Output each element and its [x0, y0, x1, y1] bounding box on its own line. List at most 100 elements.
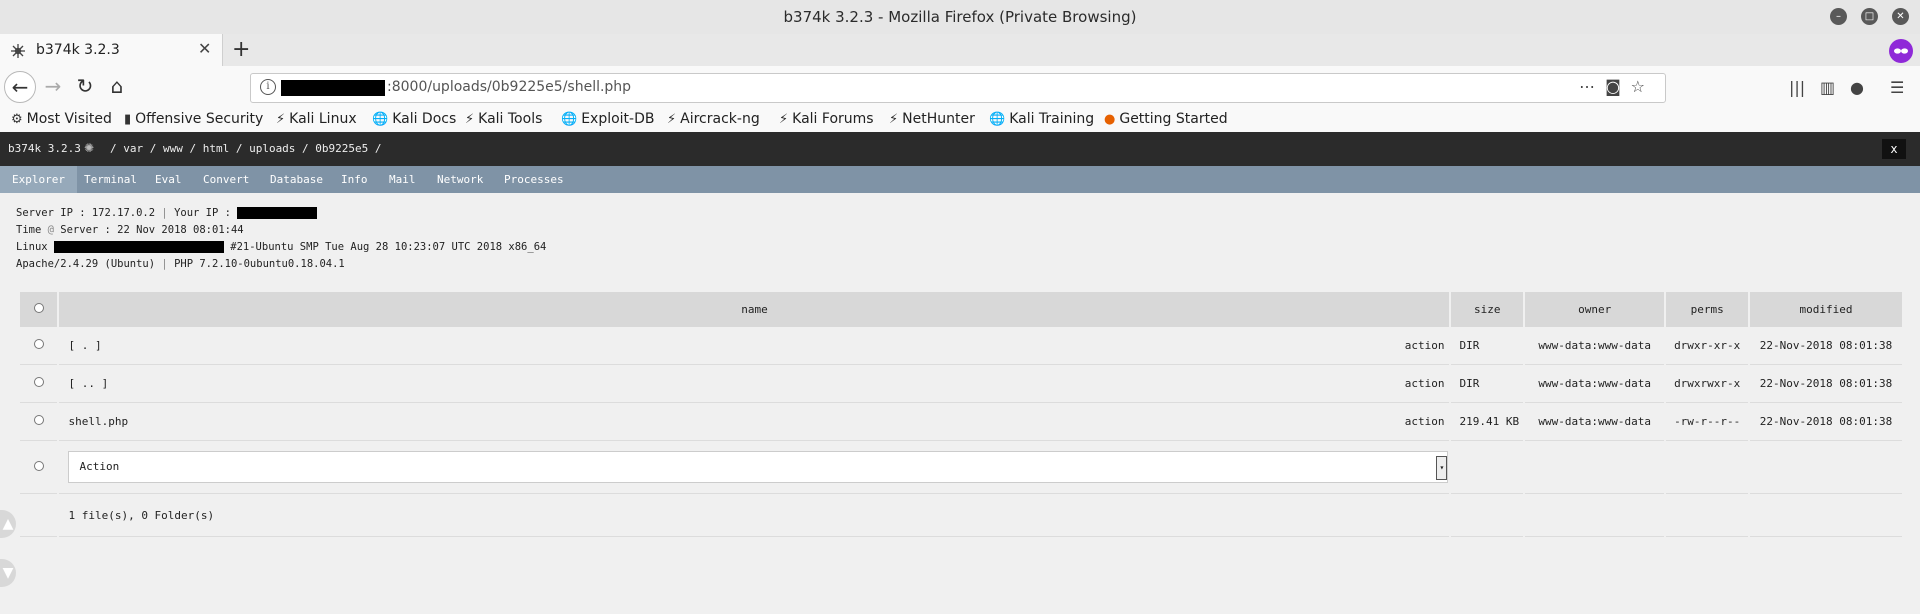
minimize-icon[interactable]: – [1830, 8, 1847, 25]
maximize-icon[interactable]: □ [1861, 8, 1878, 25]
pocket-icon[interactable]: ◙ [1605, 77, 1631, 96]
tab-info[interactable]: Info [329, 166, 380, 193]
row-select-radio[interactable] [33, 415, 44, 425]
shell-menu: Explorer Terminal Eval Convert Database … [0, 166, 1920, 193]
bookmark-kali-forums[interactable]: ⚡ Kali Forums [779, 111, 874, 127]
library-icon[interactable]: ||| [1789, 78, 1805, 97]
page-actions[interactable]: ⋯◙☆ [1579, 77, 1655, 96]
tab-explorer[interactable]: Explorer [0, 166, 77, 193]
bookmark-aircrack-ng[interactable]: ⚡ Aircrack-ng [667, 111, 760, 127]
kali-icon: ⚡ [276, 112, 286, 127]
file-name[interactable]: [ .. ] [60, 377, 108, 390]
navigation-bar: ← → ↻ ⌂ i :8000/uploads/0b9225e5/shell.p… [0, 66, 1920, 108]
table-row[interactable]: [ .. ] action DIR www-data:www-data drwx… [20, 365, 1902, 403]
back-arrow-icon[interactable]: ← [4, 71, 36, 103]
site-info-icon[interactable]: i [260, 79, 276, 95]
bookmark-kali-linux[interactable]: ⚡ Kali Linux [276, 111, 357, 127]
b374k-logo-icon: ✺ [84, 141, 95, 155]
action-select-value: Action [79, 460, 120, 473]
bookmark-most-visited[interactable]: ⚙ Most Visited [11, 111, 112, 127]
sidebar-icon[interactable]: ▥ [1820, 78, 1835, 97]
tab-mail[interactable]: Mail [377, 166, 428, 193]
redacted-ip [237, 207, 318, 219]
extension-icon[interactable]: ● [1850, 78, 1864, 97]
shell-brand[interactable]: b374k 3.2.3 [8, 142, 81, 155]
tab-title: b374k 3.2.3 [36, 42, 120, 58]
url-text: :8000/uploads/0b9225e5/shell.php [387, 79, 632, 95]
close-shell-button[interactable]: x [1882, 139, 1906, 159]
forward-arrow-icon[interactable]: → [38, 71, 68, 101]
select-all-bottom-radio[interactable] [33, 460, 44, 471]
tab-eval[interactable]: Eval [143, 166, 194, 193]
col-size[interactable]: size [1451, 292, 1523, 327]
bookmarks-toolbar: ⚙ Most Visited ▮ Offensive Security ⚡ Kali … [0, 108, 1920, 135]
more-actions-icon[interactable]: ⋯ [1579, 77, 1605, 96]
home-icon[interactable]: ⌂ [102, 71, 132, 101]
current-path[interactable]: / var / www / html / uploads / 0b9225e5 … [110, 142, 382, 155]
select-all-header[interactable] [20, 292, 58, 327]
file-owner: www-data:www-data [1525, 403, 1665, 441]
globe-icon: 🌐 [561, 112, 578, 127]
row-select-radio[interactable] [33, 377, 44, 387]
file-modified: 22-Nov-2018 08:01:38 [1749, 365, 1902, 403]
col-perms[interactable]: perms [1666, 292, 1748, 327]
col-name[interactable]: name [59, 292, 1450, 327]
private-browsing-icon [1889, 39, 1913, 63]
globe-icon: 🌐 [372, 112, 389, 127]
select-all-radio[interactable] [33, 303, 44, 313]
redacted-host [281, 80, 385, 96]
col-modified[interactable]: modified [1749, 292, 1902, 327]
close-window-icon[interactable]: ✕ [1892, 8, 1909, 25]
bookmark-getting-started[interactable]: ● Getting Started [1104, 111, 1228, 127]
bookmark-offensive-security[interactable]: ▮ Offensive Security [124, 111, 263, 127]
action-select[interactable]: Action ▾ [68, 451, 1449, 483]
tab-database[interactable]: Database [258, 166, 335, 193]
scroll-up-icon[interactable]: ▲ [0, 510, 16, 538]
action-link[interactable]: action [1405, 339, 1449, 352]
browser-tab[interactable]: b374k 3.2.3 ✕ [0, 34, 223, 66]
bookmark-kali-training[interactable]: 🌐 Kali Training [989, 111, 1094, 127]
summary-row: 1 file(s), 0 Folder(s) [20, 494, 1902, 537]
system-info: Server IP : 172.17.0.2 | Your IP : Time … [16, 205, 546, 273]
action-link[interactable]: action [1405, 415, 1449, 428]
file-name[interactable]: [ . ] [60, 339, 101, 352]
table-row[interactable]: shell.php action 219.41 KB www-data:www-… [20, 403, 1902, 441]
kali-icon: ⚡ [779, 112, 789, 127]
redacted-hostname [53, 241, 224, 253]
time-line: Time @ Server : 22 Nov 2018 08:01:44 [16, 224, 244, 236]
chevron-down-icon[interactable]: ▾ [1436, 456, 1448, 480]
reload-icon[interactable]: ↻ [70, 71, 100, 101]
tab-close-icon[interactable]: ✕ [198, 39, 211, 58]
file-modified: 22-Nov-2018 08:01:38 [1749, 327, 1902, 365]
file-size: DIR [1451, 327, 1523, 365]
hamburger-menu-icon[interactable]: ☰ [1890, 78, 1904, 97]
b374k-favicon-icon [11, 44, 25, 58]
bookmark-star-icon[interactable]: ☆ [1631, 77, 1655, 96]
tab-processes[interactable]: Processes [492, 166, 576, 193]
bookmark-nethunter[interactable]: ⚡ NetHunter [889, 111, 975, 127]
tab-convert[interactable]: Convert [191, 166, 261, 193]
scroll-down-icon[interactable]: ▼ [0, 559, 16, 587]
tab-bar: b374k 3.2.3 ✕ + [0, 34, 1920, 66]
bookmark-exploit-db[interactable]: 🌐 Exploit-DB [561, 111, 654, 127]
tab-terminal[interactable]: Terminal [72, 166, 149, 193]
software-line: Apache/2.4.29 (Ubuntu) | PHP 7.2.10-0ubu… [16, 258, 345, 270]
row-select-radio[interactable] [33, 339, 44, 349]
file-owner: www-data:www-data [1525, 365, 1665, 403]
window-title: b374k 3.2.3 - Mozilla Firefox (Private B… [783, 8, 1137, 26]
address-bar[interactable]: i :8000/uploads/0b9225e5/shell.php ⋯◙☆ [250, 73, 1666, 103]
file-table: name size owner perms modified [ . ] act… [18, 292, 1904, 537]
window-titlebar: b374k 3.2.3 - Mozilla Firefox (Private B… [0, 0, 1920, 35]
firefox-icon: ● [1104, 112, 1116, 127]
tab-network[interactable]: Network [425, 166, 495, 193]
kernel-info: #21-Ubuntu SMP Tue Aug 28 10:23:07 UTC 2… [230, 241, 547, 253]
bookmark-kali-docs[interactable]: 🌐 Kali Docs [372, 111, 456, 127]
bookmark-kali-tools[interactable]: ⚡ Kali Tools [465, 111, 542, 127]
action-link[interactable]: action [1405, 377, 1449, 390]
table-row[interactable]: [ . ] action DIR www-data:www-data drwxr… [20, 327, 1902, 365]
new-tab-icon[interactable]: + [232, 37, 250, 62]
col-owner[interactable]: owner [1525, 292, 1665, 327]
kernel-line: Linux #21-Ubuntu SMP Tue Aug 28 10:23:07… [16, 241, 547, 253]
file-owner: www-data:www-data [1525, 327, 1665, 365]
file-name[interactable]: shell.php [60, 415, 128, 428]
